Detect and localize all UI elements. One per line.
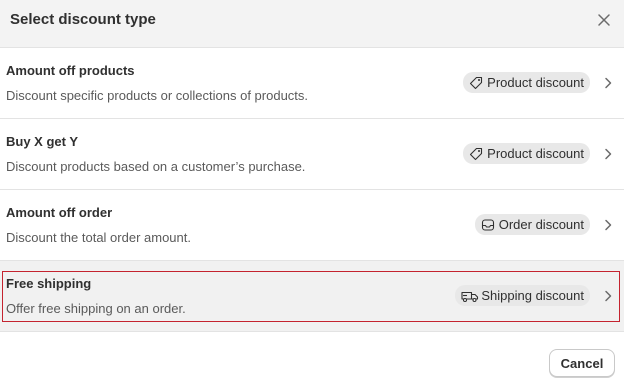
badge-label: Product discount [487,146,584,161]
dialog-header: Select discount type [0,0,624,48]
tag-icon [469,76,483,90]
discount-type-list: Amount off products Discount specific pr… [0,48,624,332]
option-title: Free shipping [6,276,92,291]
chevron-right-icon [602,76,614,90]
truck-icon [461,289,479,303]
tag-icon [469,147,483,161]
chevron-right-icon [602,218,614,232]
option-description: Offer free shipping on an order. [6,301,186,316]
order-icon [481,218,495,232]
option-amount-off-order[interactable]: Amount off order Discount the total orde… [0,190,624,261]
cancel-button[interactable]: Cancel [549,349,615,377]
close-icon [598,14,610,26]
close-button[interactable] [594,10,614,30]
option-amount-off-products[interactable]: Amount off products Discount specific pr… [0,48,624,119]
option-buy-x-get-y[interactable]: Buy X get Y Discount products based on a… [0,119,624,190]
option-free-shipping[interactable]: Free shipping Offer free shipping on an … [0,261,624,332]
discount-badge: Shipping discount [455,285,590,306]
option-title: Buy X get Y [6,134,79,149]
badge-label: Order discount [498,217,584,232]
discount-badge: Order discount [474,214,590,235]
badge-label: Product discount [487,75,584,90]
chevron-right-icon [602,289,614,303]
option-description: Discount the total order amount. [6,230,191,245]
dialog-footer [0,332,624,388]
discount-badge: Product discount [463,72,590,93]
discount-badge: Product discount [463,143,590,164]
option-title: Amount off order [6,205,113,220]
option-description: Discount products based on a customer’s … [6,159,306,174]
chevron-right-icon [602,147,614,161]
option-description: Discount specific products or collection… [6,88,309,103]
option-title: Amount off products [6,63,135,78]
dialog-title: Select discount type [10,11,156,28]
badge-label: Shipping discount [481,288,584,303]
